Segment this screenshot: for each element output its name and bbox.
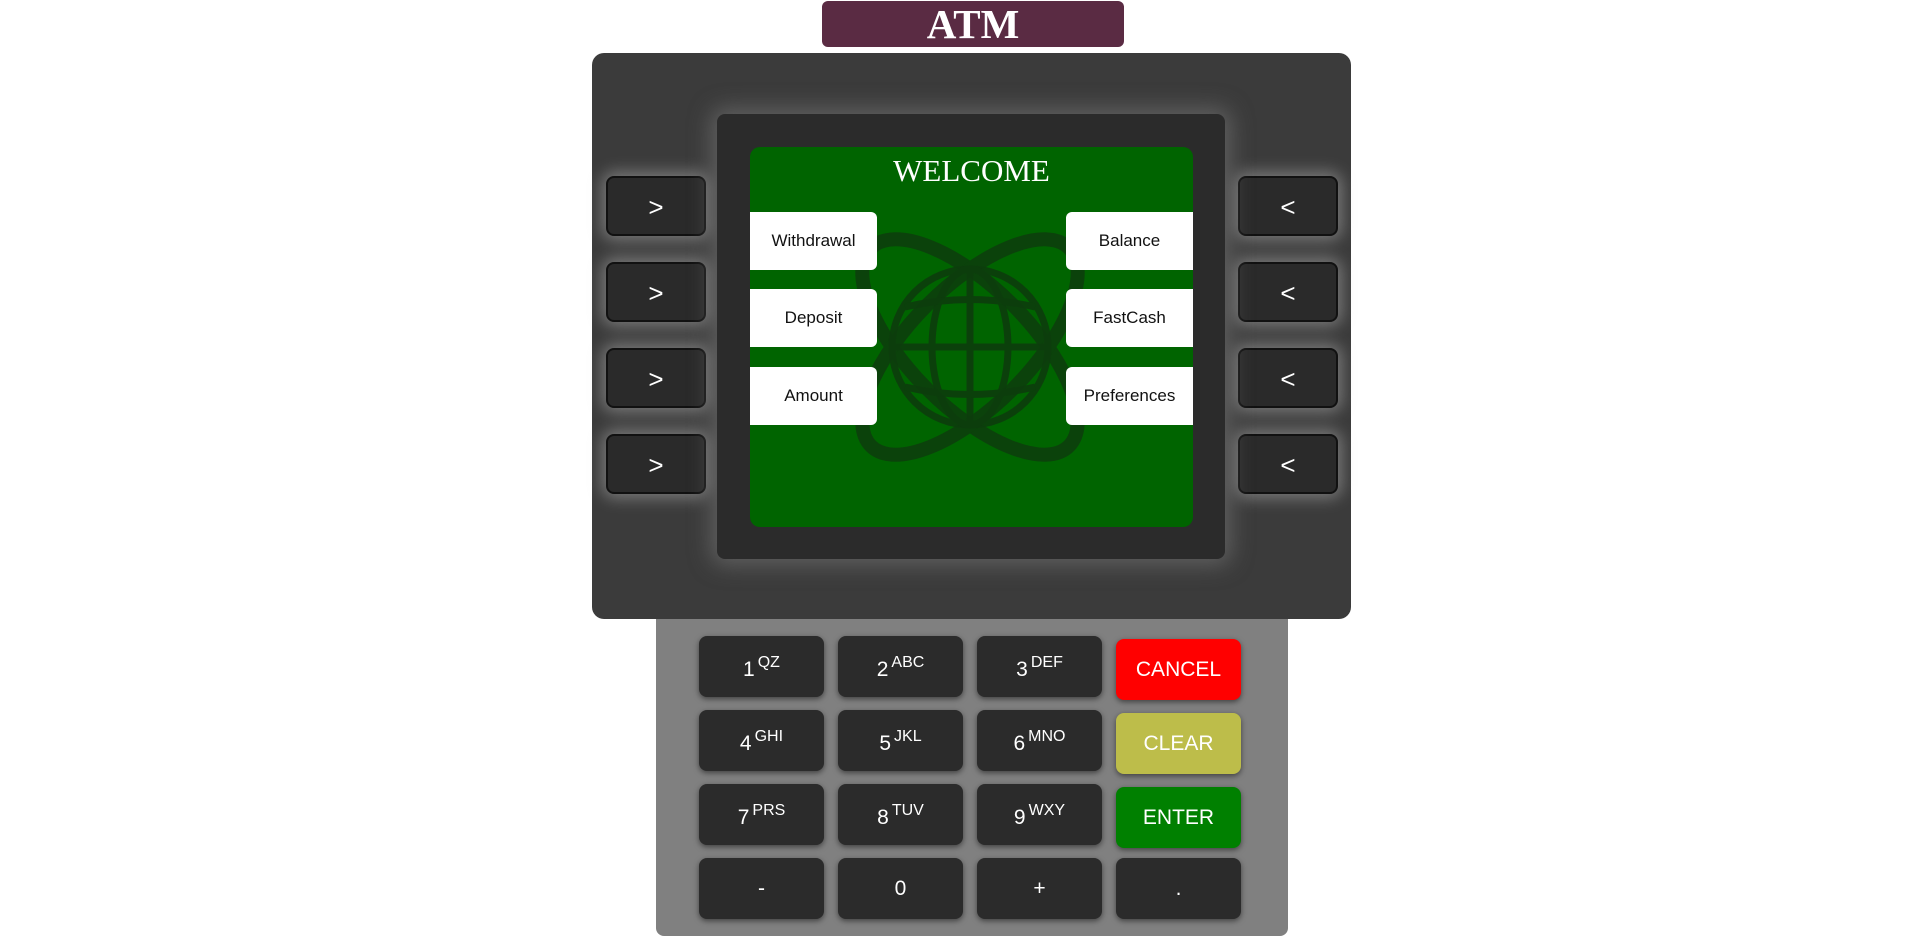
option-preferences[interactable]: Preferences: [1066, 367, 1193, 425]
key-7[interactable]: 7 PRS: [699, 784, 824, 845]
page-title: ATM MACHINE: [822, 1, 1124, 93]
side-button-left-3[interactable]: >: [606, 348, 706, 408]
key-number: 8: [877, 806, 889, 829]
option-fastcash[interactable]: FastCash: [1066, 289, 1193, 347]
key-0[interactable]: 0: [838, 858, 963, 919]
option-withdrawal[interactable]: Withdrawal: [750, 212, 877, 270]
atm-screen: WELCOME Withdrawal Deposit Amount Balanc…: [750, 147, 1193, 527]
cancel-button[interactable]: CANCEL: [1116, 639, 1241, 700]
key-5[interactable]: 5 JKL: [838, 710, 963, 771]
key-number: 7: [737, 806, 750, 829]
key-number: 1: [743, 658, 755, 681]
key-number: 2: [876, 658, 889, 681]
key-2[interactable]: 2 ABC: [838, 636, 963, 697]
key-4[interactable]: 4 GHI: [699, 710, 824, 771]
key-letters: JKL: [894, 728, 922, 745]
option-deposit[interactable]: Deposit: [750, 289, 877, 347]
key-number: 5: [879, 732, 892, 755]
key-dot[interactable]: .: [1116, 858, 1241, 919]
key-8[interactable]: 8 TUV: [838, 784, 963, 845]
key-plus[interactable]: +: [977, 858, 1102, 919]
key-number: 9: [1013, 806, 1026, 829]
key-number: 3: [1016, 658, 1028, 681]
side-button-left-4[interactable]: >: [606, 434, 706, 494]
side-button-left-1[interactable]: >: [606, 176, 706, 236]
enter-button[interactable]: ENTER: [1116, 787, 1241, 848]
key-letters: PRS: [752, 802, 786, 819]
key-letters: QZ: [757, 654, 780, 671]
side-button-right-2[interactable]: <: [1238, 262, 1338, 322]
side-button-right-4[interactable]: <: [1238, 434, 1338, 494]
screen-heading: WELCOME: [893, 153, 1050, 188]
key-letters: MNO: [1028, 728, 1066, 745]
key-minus[interactable]: -: [699, 858, 824, 919]
key-letters: TUV: [891, 802, 924, 819]
key-letters: DEF: [1030, 654, 1063, 671]
side-button-right-3[interactable]: <: [1238, 348, 1338, 408]
key-9[interactable]: 9 WXY: [977, 784, 1102, 845]
key-letters: ABC: [891, 654, 925, 671]
key-letters: GHI: [754, 728, 784, 745]
option-amount[interactable]: Amount: [750, 367, 877, 425]
key-number: 6: [1013, 732, 1026, 755]
key-letters: WXY: [1028, 802, 1066, 819]
side-button-right-1[interactable]: <: [1238, 176, 1338, 236]
key-6[interactable]: 6 MNO: [977, 710, 1102, 771]
option-balance[interactable]: Balance: [1066, 212, 1193, 270]
clear-button[interactable]: CLEAR: [1116, 713, 1241, 774]
key-number: 4: [739, 732, 752, 755]
key-1[interactable]: 1 QZ: [699, 636, 824, 697]
side-button-left-2[interactable]: >: [606, 262, 706, 322]
key-3[interactable]: 3 DEF: [977, 636, 1102, 697]
